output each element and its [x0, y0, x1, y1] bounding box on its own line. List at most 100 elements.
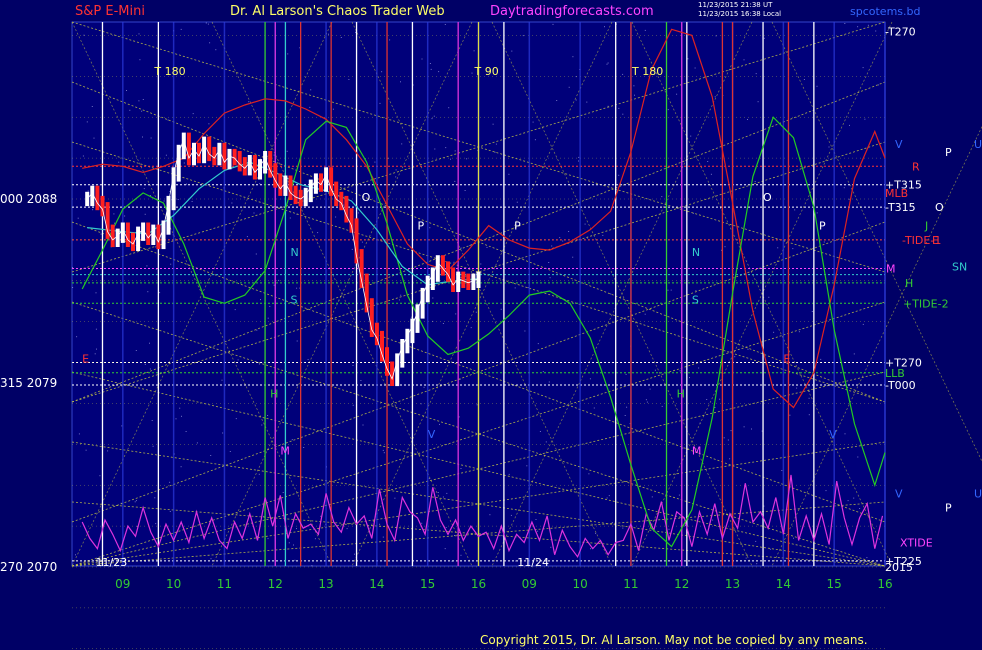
grid-dot — [687, 58, 689, 60]
grid-dot — [446, 303, 448, 304]
grid-dot — [471, 72, 473, 74]
grid-dot — [707, 161, 709, 162]
grid-dot — [146, 265, 148, 267]
grid-dot — [769, 548, 771, 550]
grid-dot — [181, 415, 182, 417]
grid-dot — [820, 358, 822, 360]
grid-dot — [155, 523, 157, 525]
grid-dot — [511, 50, 513, 52]
grid-dot — [454, 180, 456, 182]
grid-dot — [113, 213, 115, 215]
grid-dot — [743, 426, 745, 428]
grid-dot — [92, 209, 94, 211]
grid-dot — [464, 190, 466, 191]
grid-dot — [170, 263, 172, 265]
grid-dot — [114, 222, 116, 224]
grid-dot — [207, 23, 209, 25]
grid-dot — [360, 380, 362, 381]
grid-dot — [72, 287, 74, 288]
grid-dot — [400, 81, 401, 83]
grid-dot — [793, 537, 794, 539]
grid-dot — [354, 553, 355, 555]
grid-dot — [843, 187, 845, 189]
x-tick-label: 13 — [725, 577, 740, 591]
grid-dot — [559, 237, 561, 239]
grid-dot — [258, 117, 260, 119]
price-bar — [293, 185, 298, 205]
price-bar — [440, 255, 445, 276]
grid-dot — [602, 234, 604, 236]
plot-letter: E — [783, 353, 790, 366]
grid-dot — [548, 262, 550, 263]
grid-dot — [209, 42, 211, 44]
grid-dot — [773, 331, 775, 333]
grid-dot — [287, 53, 289, 55]
grid-dot — [572, 256, 574, 258]
plot-letter: E — [82, 353, 89, 366]
grid-dot — [476, 404, 478, 406]
grid-dot — [670, 289, 672, 291]
grid-dot — [310, 89, 312, 91]
grid-dot — [95, 328, 97, 330]
grid-dot — [169, 511, 171, 512]
grid-dot — [361, 241, 363, 243]
right-level-label: U — [974, 138, 982, 151]
grid-dot — [303, 447, 305, 448]
price-bar — [451, 267, 456, 292]
grid-dot — [289, 217, 291, 219]
grid-dot — [698, 367, 700, 369]
grid-dot — [608, 495, 610, 497]
grid-dot — [532, 121, 534, 123]
grid-dot — [235, 418, 237, 420]
grid-dot — [351, 248, 353, 250]
grid-dot — [258, 363, 260, 365]
grid-dot — [446, 492, 448, 494]
grid-dot — [470, 327, 472, 329]
grid-dot — [273, 284, 275, 286]
grid-dot — [142, 136, 143, 138]
grid-dot — [578, 160, 579, 162]
time-marker: T 90 — [474, 65, 499, 78]
grid-dot — [395, 176, 397, 178]
grid-dot — [618, 107, 620, 109]
grid-dot — [849, 124, 850, 126]
grid-dot — [179, 407, 181, 409]
grid-dot — [379, 102, 381, 104]
grid-dot — [423, 386, 425, 388]
grid-dot — [294, 559, 296, 561]
grid-dot — [847, 500, 849, 502]
grid-dot — [282, 492, 284, 493]
x-tick-label: 09 — [115, 577, 130, 591]
grid-dot — [816, 212, 818, 214]
grid-dot — [808, 397, 810, 399]
grid-dot — [534, 139, 536, 141]
grid-dot — [288, 542, 290, 544]
grid-dot — [429, 63, 431, 64]
grid-dot — [91, 106, 93, 107]
grid-dot — [311, 565, 313, 567]
grid-dot — [823, 241, 825, 243]
grid-dot — [134, 501, 136, 503]
right-level-label: 2015 — [885, 561, 913, 574]
plot-letter: V — [829, 428, 837, 441]
x-tick-label: 16 — [471, 577, 486, 591]
grid-dot — [141, 110, 143, 112]
price-bar — [232, 148, 237, 166]
grid-dot — [828, 146, 830, 148]
right-level-label: LLB — [885, 367, 905, 380]
grid-dot — [745, 557, 747, 559]
price-bar — [466, 273, 471, 290]
right-level-label: SN — [952, 260, 967, 273]
grid-dot — [317, 232, 319, 234]
x-tick-label: 15 — [420, 577, 435, 591]
grid-dot — [578, 156, 580, 158]
grid-dot — [755, 540, 757, 542]
grid-dot — [267, 538, 269, 540]
grid-dot — [730, 430, 732, 432]
grid-dot — [382, 449, 384, 451]
grid-dot — [539, 431, 541, 432]
x-tick-label: 13 — [318, 577, 333, 591]
price-bar — [313, 173, 318, 194]
grid-dot — [756, 563, 758, 565]
grid-dot — [340, 37, 342, 38]
